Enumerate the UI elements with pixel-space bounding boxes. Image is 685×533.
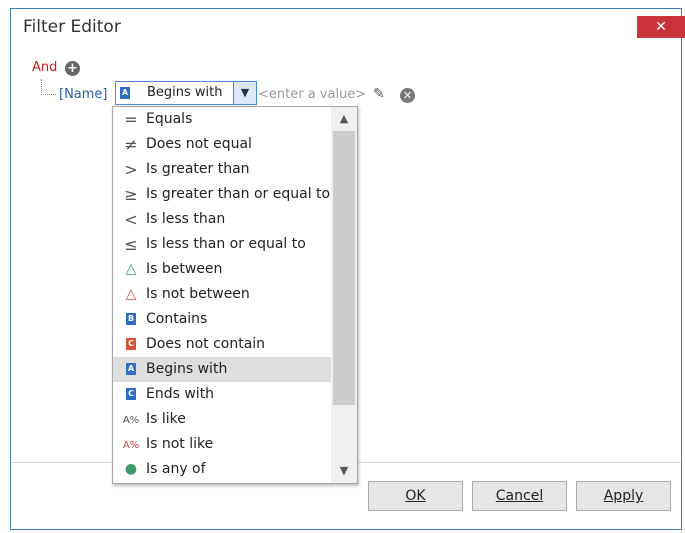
not-between-icon: △ [125, 286, 137, 302]
operator-combobox[interactable]: A Begins with ▼ [115, 81, 257, 105]
operator-option-label: Begins with [146, 361, 228, 377]
operator-option[interactable]: A% Is like [113, 407, 331, 432]
operator-option-label: Ends with [146, 386, 215, 402]
close-button[interactable]: ✕ [637, 16, 685, 38]
operator-list: = Equals ≠ Does not equal > Is greater than ≥ I… [113, 107, 331, 482]
operator-option[interactable]: < Is less than [113, 207, 331, 232]
less-equal-icon: ≤ [124, 235, 138, 254]
operator-option[interactable]: C Does not contain [113, 332, 331, 357]
is-not-like-icon: A% [122, 440, 140, 451]
operator-option[interactable]: A% Is not like [113, 432, 331, 457]
operator-option-label: Is not between [146, 286, 250, 302]
operator-option-label: Contains [146, 311, 208, 327]
operator-option-label: Does not equal [146, 136, 252, 152]
operator-option-label: Is like [146, 411, 186, 427]
operator-option[interactable]: > Is greater than [113, 157, 331, 182]
operator-option-label: Is not like [146, 436, 214, 452]
window-title: Filter Editor [23, 17, 121, 37]
ends-with-icon: C [121, 382, 141, 407]
apply-button[interactable]: Apply [576, 481, 671, 511]
greater-equal-icon: ≥ [124, 185, 138, 204]
contains-icon: B [126, 313, 136, 325]
operator-option-label: Is any of [146, 461, 206, 477]
operator-option[interactable]: B Contains [113, 307, 331, 332]
operator-option[interactable]: △ Is not between [113, 282, 331, 307]
operator-option[interactable]: ≠ Does not equal [113, 132, 331, 157]
operator-option-label: Does not contain [146, 336, 266, 352]
operator-option-label: Is less than [146, 211, 226, 227]
scroll-up-icon[interactable]: ▲ [331, 109, 357, 129]
between-icon: △ [125, 261, 137, 277]
begins-with-icon: A [126, 363, 136, 375]
tree-connector [41, 79, 56, 95]
scrollbar[interactable]: ▲ ▼ [331, 107, 357, 483]
remove-condition-icon[interactable]: ✕ [400, 88, 415, 103]
greater-than-icon: > [124, 160, 138, 179]
does-not-contain-icon: C [121, 332, 141, 357]
is-like-icon: A% [122, 415, 140, 426]
pencil-icon[interactable]: ✎ [373, 86, 385, 102]
field-name[interactable]: [Name] [59, 87, 108, 102]
operator-option[interactable]: = Equals [113, 107, 331, 132]
scroll-down-icon[interactable]: ▼ [331, 461, 357, 481]
operator-dropdown: = Equals ≠ Does not equal > Is greater than ≥ I… [112, 106, 358, 484]
less-than-icon: < [124, 210, 138, 229]
operator-option[interactable]: C Ends with [113, 382, 331, 407]
operator-option-label: Is between [146, 261, 223, 277]
begins-with-icon: A [120, 87, 130, 99]
is-any-of-icon: ● [124, 461, 138, 477]
add-condition-icon[interactable]: + [65, 61, 80, 76]
value-input[interactable]: <enter a value> [258, 87, 366, 102]
operator-option[interactable]: △ Is between [113, 257, 331, 282]
operator-option[interactable]: A Begins with [113, 357, 331, 382]
operator-option-label: Equals [146, 111, 193, 127]
equals-icon: = [124, 110, 138, 129]
group-operator-and[interactable]: And [32, 60, 57, 75]
operator-option-label: Is greater than [146, 161, 250, 177]
scroll-thumb[interactable] [333, 131, 355, 405]
operator-option[interactable]: ≤ Is less than or equal to [113, 232, 331, 257]
operator-option[interactable]: ● Is any of [113, 457, 331, 482]
chevron-down-icon[interactable]: ▼ [233, 82, 256, 104]
operator-option-label: Is greater than or equal to [146, 186, 331, 202]
cancel-button[interactable]: Cancel [472, 481, 567, 511]
not-equal-icon: ≠ [124, 135, 138, 154]
operator-option-label: Is less than or equal to [146, 236, 306, 252]
ok-button[interactable]: OK [368, 481, 463, 511]
operator-option[interactable]: ≥ Is greater than or equal to [113, 182, 331, 207]
operator-value: Begins with [147, 85, 223, 100]
